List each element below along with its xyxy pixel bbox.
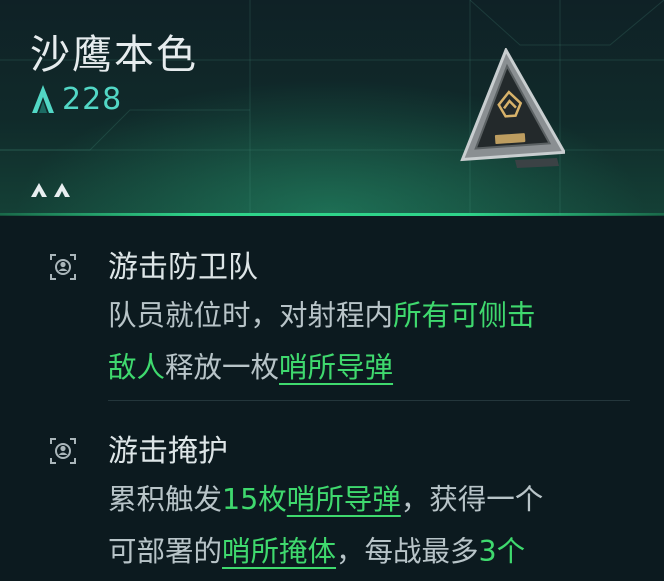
keyword-link[interactable]: 哨所导弹 bbox=[279, 351, 393, 384]
skills-panel: 游击防卫队 队员就位时，对射程内所有可侧击 敌人释放一枚哨所导弹 游击掩护 累积… bbox=[0, 216, 664, 581]
card-header: 沙鹰本色 228 bbox=[0, 0, 664, 215]
power-rating: 228 bbox=[30, 82, 122, 117]
desc-text: 累积触发 bbox=[108, 483, 223, 516]
desc-highlight: 3个 bbox=[478, 535, 526, 568]
power-chevron-icon bbox=[32, 84, 54, 113]
card-title: 沙鹰本色 bbox=[30, 32, 198, 78]
skill-description: 队员就位时，对射程内所有可侧击 敌人释放一枚哨所导弹 bbox=[108, 290, 648, 394]
squad-emblem-icon bbox=[50, 254, 76, 280]
desc-highlight: 15枚 bbox=[222, 483, 287, 516]
rank-chevron-icon bbox=[31, 183, 47, 197]
desc-text: ，每战最多 bbox=[336, 535, 479, 568]
rank-chevron-icon bbox=[54, 183, 70, 197]
desc-text: 可部署的 bbox=[108, 535, 223, 568]
triangle-badge-icon bbox=[460, 48, 565, 168]
desc-text: ，获得一个 bbox=[400, 483, 544, 516]
desc-highlight: 所有可侧击 bbox=[393, 299, 536, 332]
desc-highlight: 敌人 bbox=[108, 351, 166, 384]
skill-divider bbox=[108, 400, 630, 401]
desc-text: 队员就位时，对射程内 bbox=[108, 299, 394, 332]
ability-card: 沙鹰本色 228 游击防卫队 队员就位时，对射程内所有可侧击 敌人释放一枚哨所导… bbox=[0, 0, 664, 581]
keyword-link[interactable]: 哨所掩体 bbox=[222, 535, 336, 568]
keyword-link[interactable]: 哨所导弹 bbox=[287, 483, 401, 516]
rank-indicator bbox=[30, 182, 71, 198]
skill-name: 游击掩护 bbox=[108, 434, 228, 469]
squad-emblem-icon bbox=[50, 438, 76, 464]
skill-name: 游击防卫队 bbox=[108, 250, 258, 285]
desc-text: 释放一枚 bbox=[165, 351, 280, 384]
skill-description: 累积触发15枚哨所导弹，获得一个 可部署的哨所掩体，每战最多3个 bbox=[108, 474, 648, 578]
power-value: 228 bbox=[62, 82, 123, 117]
